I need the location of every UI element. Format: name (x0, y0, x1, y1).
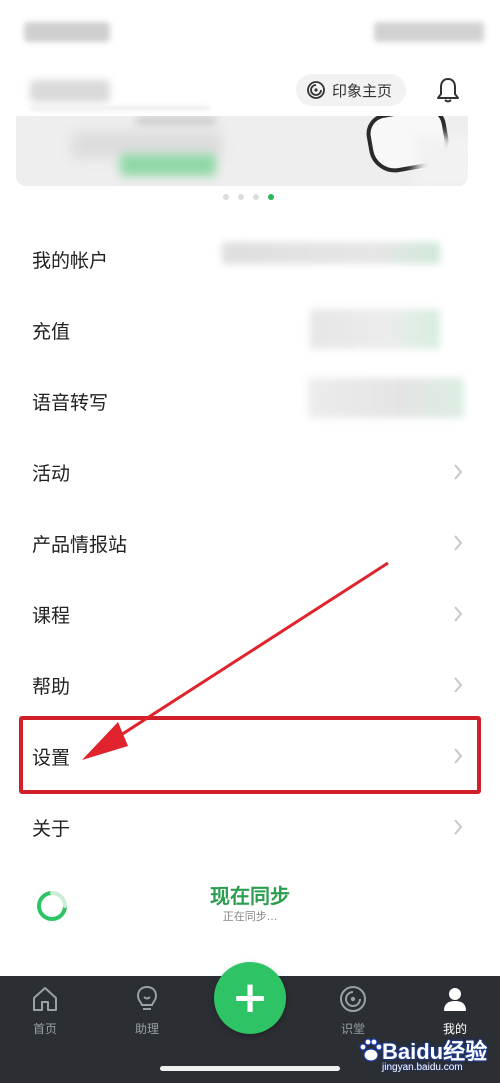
menu-item-account[interactable]: 我的帐户 (0, 224, 500, 294)
home-indicator (160, 1066, 340, 1071)
sync-subtitle: 正在同步... (222, 910, 278, 923)
sync-title: 现在同步 (210, 884, 290, 908)
promo-banner[interactable] (16, 116, 468, 186)
menu-item-label: 关于 (32, 817, 71, 840)
menu-item-label: 产品情报站 (32, 533, 128, 556)
tab-assistant[interactable]: 助理 (112, 984, 182, 1044)
baidu-watermark: Baidu经验 jingyan.baidu.com (352, 1030, 500, 1083)
carousel-indicator (223, 194, 274, 200)
menu-item-label: 帮助 (32, 675, 71, 698)
menu-item-about[interactable]: 关于 (0, 792, 500, 862)
username-blur (30, 80, 110, 102)
tab-label: 首页 (32, 1022, 57, 1036)
status-time-blur (24, 22, 110, 42)
home-page-label: 印象主页 (332, 81, 393, 100)
chevron-right-icon (454, 606, 463, 622)
menu-item-recharge[interactable]: 充值 (0, 295, 500, 365)
chevron-right-icon (454, 464, 463, 480)
status-bar (0, 0, 500, 62)
carousel-dot (253, 194, 259, 200)
home-page-button[interactable]: 印象主页 (296, 74, 407, 106)
add-note-button[interactable]: + (214, 962, 286, 1034)
person-icon (444, 988, 466, 1011)
lightbulb-icon (136, 985, 158, 1010)
voice-value-blur (308, 378, 464, 418)
target-icon (307, 81, 325, 99)
chevron-right-icon (454, 819, 463, 835)
banner-text-blur (136, 116, 216, 126)
header-underline (30, 106, 210, 110)
compass-icon (340, 986, 366, 1012)
account-value-blur (222, 242, 440, 264)
settings-highlight-box (19, 716, 481, 794)
banner-fade (416, 136, 468, 186)
recharge-value-blur (310, 309, 440, 349)
chevron-right-icon (454, 677, 463, 693)
watermark-url: jingyan.baidu.com (382, 1062, 463, 1073)
carousel-dot (223, 194, 229, 200)
menu-item-voice-transcribe[interactable]: 语音转写 (0, 366, 500, 436)
bell-icon[interactable] (436, 76, 460, 104)
carousel-dot (238, 194, 244, 200)
status-icons-blur (374, 22, 484, 42)
plus-icon: + (231, 972, 269, 1023)
menu-item-label: 课程 (32, 604, 71, 627)
menu-item-activity[interactable]: 活动 (0, 437, 500, 507)
tab-home[interactable]: 首页 (10, 984, 80, 1044)
menu-item-label: 我的帐户 (32, 249, 109, 272)
menu-item-label: 充值 (32, 320, 71, 343)
profile-header: 印象主页 (0, 62, 500, 118)
tab-label: 助理 (134, 1022, 159, 1036)
home-icon (33, 987, 57, 1011)
menu-item-product-news[interactable]: 产品情报站 (0, 508, 500, 578)
paw-icon (359, 1038, 383, 1062)
menu-item-courses[interactable]: 课程 (0, 579, 500, 649)
banner-button-blur (120, 154, 216, 176)
menu-item-label: 语音转写 (32, 391, 109, 414)
chevron-right-icon (454, 535, 463, 551)
menu-item-label: 活动 (32, 462, 71, 485)
carousel-dot-active (268, 194, 274, 200)
menu-item-help[interactable]: 帮助 (0, 650, 500, 720)
sync-status[interactable]: 现在同步 正在同步... (0, 866, 500, 946)
